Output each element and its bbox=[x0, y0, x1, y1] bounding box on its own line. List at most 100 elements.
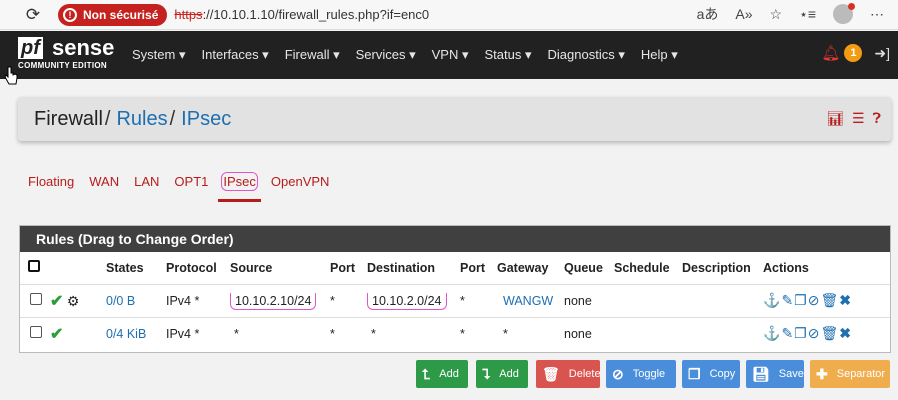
breadcrumb-ipsec[interactable]: IPsec bbox=[181, 108, 231, 131]
source-port-cell: * bbox=[330, 316, 367, 350]
copy-icon[interactable]: ❐ bbox=[794, 292, 808, 308]
more-menu-icon[interactable]: ⋯ bbox=[870, 6, 884, 23]
nav-system[interactable]: System ▾ bbox=[132, 47, 185, 63]
url-path: ://10.10.1.10/firewall_rules.php?if=enc0 bbox=[202, 7, 430, 22]
gear-icon[interactable]: ⚙ bbox=[67, 293, 80, 309]
schedule-cell bbox=[614, 283, 682, 317]
arrow-down-icon: ⮧ bbox=[482, 365, 491, 382]
tab-lan[interactable]: LAN bbox=[134, 174, 159, 189]
rules-table: States Protocol Source Port Destination … bbox=[20, 252, 890, 350]
copy-label: Copy bbox=[709, 368, 736, 380]
protocol-cell: IPv4 * bbox=[166, 316, 230, 350]
copy-button[interactable]: ❐ Copy bbox=[682, 360, 740, 388]
toggle-button[interactable]: ⊘ Toggle bbox=[606, 360, 676, 388]
breadcrumb-rules[interactable]: Rules bbox=[116, 108, 167, 131]
read-aloud-icon[interactable]: A» bbox=[735, 6, 752, 22]
delete-button[interactable]: 🗑︎ Delete bbox=[536, 360, 601, 388]
list-icon[interactable]: ☰ bbox=[852, 110, 865, 127]
disable-icon[interactable]: ⊘ bbox=[808, 325, 821, 341]
col-gateway: Gateway bbox=[497, 260, 549, 275]
breadcrumb: Firewall / Rules / IPsec 📊︎ ☰ ❓︎ bbox=[18, 97, 891, 141]
queue-cell: none bbox=[564, 316, 614, 350]
states-link[interactable]: 0/0 B bbox=[106, 294, 135, 308]
favorite-star-icon[interactable]: ☆ bbox=[770, 6, 783, 23]
anchor-icon[interactable]: ⚓ bbox=[763, 325, 781, 341]
action-buttons: ⮤ Add ⮧ Add 🗑︎ Delete ⊘ Toggle ❐ Copy 💾︎ Save … bbox=[0, 360, 898, 388]
edit-pencil-icon[interactable]: ✎ bbox=[781, 292, 794, 308]
select-all-checkbox[interactable] bbox=[28, 260, 40, 273]
browser-address-bar: ⟳ ! Non sécurisé https ://10.10.1.10/fir… bbox=[0, 0, 898, 30]
col-description: Description bbox=[682, 260, 751, 275]
separator-button[interactable]: ✚ Separator bbox=[810, 360, 890, 388]
logo-pf: pf bbox=[18, 37, 43, 59]
copy-icon: ❐ bbox=[688, 365, 701, 382]
check-pass-icon[interactable]: ✔ bbox=[50, 326, 63, 343]
check-pass-icon[interactable]: ✔ bbox=[50, 293, 63, 310]
tab-floating[interactable]: Floating bbox=[28, 174, 74, 189]
save-label: Save bbox=[778, 368, 804, 380]
trash-icon[interactable]: 🗑︎ bbox=[820, 292, 839, 308]
favorites-list-icon[interactable]: ⋆≡ bbox=[799, 6, 816, 23]
nav-diagnostics[interactable]: Diagnostics ▾ bbox=[548, 47, 625, 63]
nav-interfaces[interactable]: Interfaces ▾ bbox=[201, 47, 268, 63]
notification-badge[interactable]: 1 bbox=[844, 44, 863, 62]
save-button[interactable]: 💾︎ Save bbox=[746, 360, 804, 388]
col-schedule: Schedule bbox=[614, 260, 670, 275]
col-source: Source bbox=[230, 260, 273, 275]
logo-sense: sense bbox=[52, 35, 115, 60]
row-checkbox[interactable] bbox=[30, 293, 42, 305]
interface-tabs: Floating WAN LAN OPT1 IPsec OpenVPN bbox=[28, 172, 344, 202]
arrow-up-icon: ⮤ bbox=[422, 365, 431, 382]
help-icon[interactable]: ❓︎ bbox=[873, 110, 881, 127]
add-top-button[interactable]: ⮤ Add bbox=[416, 360, 468, 388]
nav-vpn[interactable]: VPN ▾ bbox=[432, 47, 469, 63]
nav-status[interactable]: Status ▾ bbox=[485, 47, 532, 63]
nav-services[interactable]: Services ▾ bbox=[356, 47, 416, 63]
nav-help[interactable]: Help ▾ bbox=[641, 47, 678, 63]
top-navbar: pf sense COMMUNITY EDITION System ▾ Inte… bbox=[0, 31, 898, 79]
logo-edition: COMMUNITY EDITION bbox=[18, 61, 107, 70]
table-row[interactable]: ✔ 0/4 KiB IPv4 * * * * * * none ⚓✎❐⊘🗑︎✖ bbox=[20, 316, 890, 350]
translate-icon[interactable]: aあ bbox=[697, 4, 719, 24]
dest-port-cell: * bbox=[460, 316, 497, 350]
table-row[interactable]: ✔ ⚙ 0/0 B IPv4 * 10.10.2.10/24 * 10.10.2… bbox=[20, 283, 890, 317]
source-port-cell: * bbox=[330, 283, 367, 317]
row-checkbox[interactable] bbox=[30, 326, 42, 339]
add-bottom-button[interactable]: ⮧ Add bbox=[476, 360, 528, 388]
close-icon[interactable]: ✖ bbox=[839, 325, 852, 341]
col-source-port: Port bbox=[330, 260, 355, 275]
source-cell: 10.10.2.10/24 bbox=[230, 292, 317, 310]
bell-icon[interactable]: 🔔︎ bbox=[821, 44, 840, 62]
gateway-cell: * bbox=[497, 316, 564, 350]
tab-openvpn[interactable]: OpenVPN bbox=[271, 174, 330, 189]
tab-opt1[interactable]: OPT1 bbox=[174, 174, 208, 189]
edit-pencil-icon[interactable]: ✎ bbox=[781, 325, 794, 341]
tab-ipsec[interactable]: IPsec bbox=[218, 172, 261, 202]
close-icon[interactable]: ✖ bbox=[839, 292, 852, 308]
logout-icon[interactable]: ➜] bbox=[874, 45, 890, 62]
states-link[interactable]: 0/4 KiB bbox=[106, 327, 146, 341]
anchor-icon[interactable]: ⚓ bbox=[763, 292, 781, 308]
trash-icon[interactable]: 🗑︎ bbox=[820, 325, 839, 341]
breadcrumb-firewall: Firewall bbox=[34, 107, 103, 130]
toggle-label: Toggle bbox=[632, 368, 666, 380]
copy-icon[interactable]: ❐ bbox=[794, 325, 808, 341]
url-field[interactable]: https ://10.10.1.10/firewall_rules.php?i… bbox=[174, 7, 429, 22]
disable-icon[interactable]: ⊘ bbox=[808, 292, 821, 308]
col-queue: Queue bbox=[564, 260, 603, 275]
profile-avatar[interactable] bbox=[833, 3, 855, 24]
nav-firewall[interactable]: Firewall ▾ bbox=[285, 47, 340, 63]
gateway-link[interactable]: WANGW bbox=[503, 294, 553, 308]
pfsense-logo[interactable]: pf sense COMMUNITY EDITION bbox=[16, 34, 120, 76]
ban-icon: ⊘ bbox=[612, 365, 624, 382]
chart-icon[interactable]: 📊︎ bbox=[826, 110, 844, 127]
rules-panel: Rules (Drag to Change Order) States Prot… bbox=[19, 225, 891, 353]
refresh-icon[interactable]: ⟳ bbox=[22, 4, 44, 26]
col-states: States bbox=[106, 260, 144, 275]
save-icon: 💾︎ bbox=[752, 365, 770, 382]
hand-cursor-icon bbox=[4, 66, 18, 85]
url-scheme: https bbox=[174, 7, 203, 22]
security-warning-badge[interactable]: ! Non sécurisé bbox=[58, 3, 168, 26]
destination-cell: * bbox=[367, 316, 460, 350]
tab-wan[interactable]: WAN bbox=[89, 174, 119, 189]
